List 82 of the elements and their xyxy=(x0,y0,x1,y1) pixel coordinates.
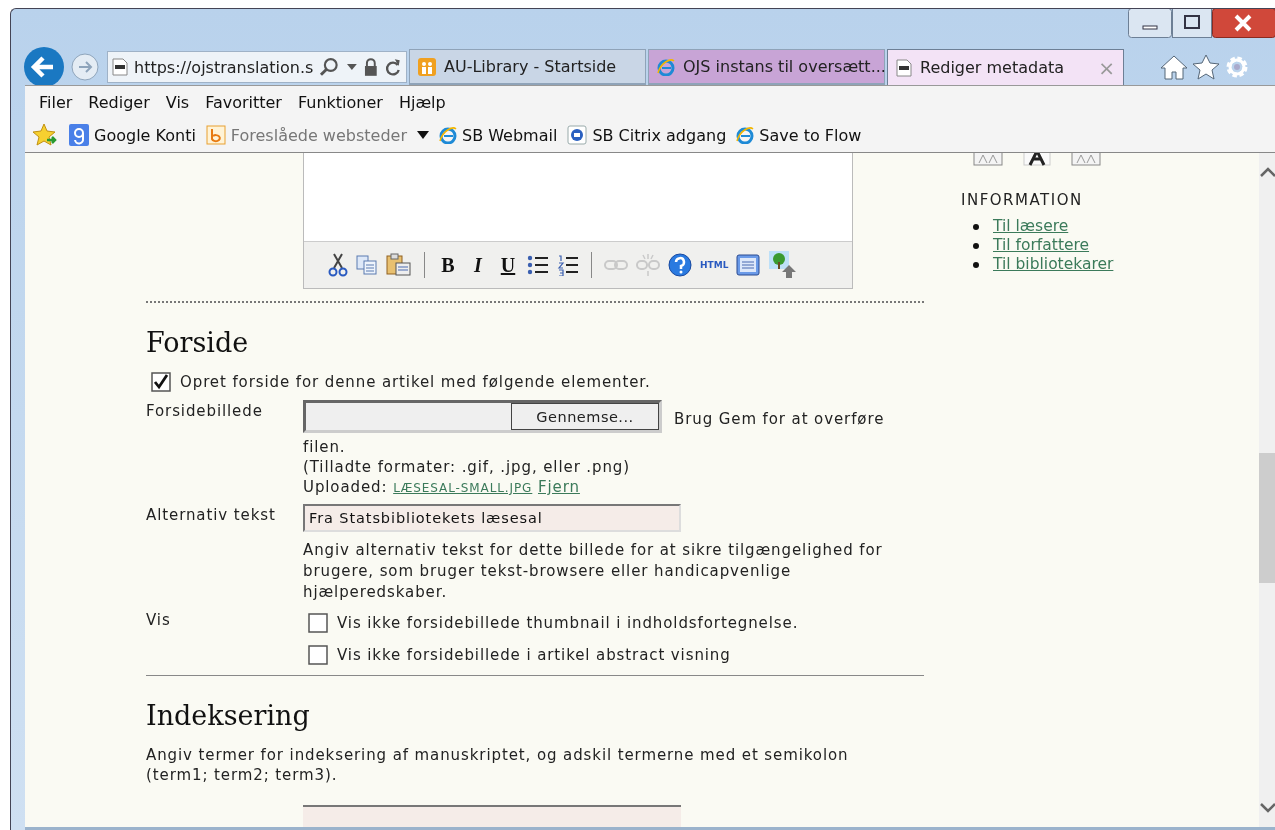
checkbox[interactable] xyxy=(308,613,328,633)
hint-text: Brug Gem for at overføre xyxy=(674,408,885,429)
field-label: Forsidebillede xyxy=(146,401,264,422)
copy-icon[interactable] xyxy=(356,254,378,276)
panel-icon[interactable] xyxy=(736,254,761,276)
browser-tab[interactable]: OJS instans til oversætt... xyxy=(648,49,885,85)
browse-button[interactable]: Gennemse... xyxy=(511,403,659,430)
caret-icon[interactable] xyxy=(346,64,357,70)
bulleted-list-icon[interactable] xyxy=(527,254,549,276)
underline-button[interactable]: U xyxy=(497,253,519,277)
star-icon[interactable] xyxy=(1192,54,1220,80)
browser-icon xyxy=(736,126,755,144)
bold-button[interactable]: B xyxy=(437,253,459,277)
alt-text-field[interactable]: Fra Statsbibliotekets læsesal xyxy=(303,504,681,532)
checkbox-label: Opret forside for denne artikel med følgende elementer. xyxy=(180,373,651,391)
menu-item[interactable]: Favoritter xyxy=(205,92,282,112)
g-icon xyxy=(69,124,89,146)
field-label: Vis xyxy=(146,610,172,631)
settings-icon[interactable] xyxy=(1224,54,1250,80)
document-icon xyxy=(112,58,128,76)
help-icon[interactable] xyxy=(668,253,692,277)
menu-item[interactable]: Funktioner xyxy=(297,92,383,112)
sidebar-link[interactable]: Til bibliotekarer xyxy=(993,255,1114,274)
tree-image-icon[interactable] xyxy=(768,250,799,280)
scroll-down-icon[interactable] xyxy=(1259,803,1275,813)
uploaded-label: Uploaded: xyxy=(303,478,388,496)
checkbox[interactable] xyxy=(151,372,171,392)
browser-tab[interactable]: Rediger metadata × xyxy=(887,49,1124,85)
checkbox-label: Vis ikke forsidebillede thumbnail i indholdsfortegnelse. xyxy=(337,613,799,633)
sidebar-link[interactable]: Til forfattere xyxy=(993,236,1090,255)
scissors-icon[interactable] xyxy=(328,253,348,277)
checkbox-label: Vis ikke forsidebillede i artikel abstract visning xyxy=(337,645,731,665)
hint-text: filen. xyxy=(303,437,347,457)
italic-button[interactable]: I xyxy=(467,253,489,277)
file-link[interactable]: LÆSESAL-SMALL.JPG xyxy=(393,481,533,495)
favorite-link[interactable]: SB Webmail xyxy=(439,125,558,145)
file-input-field[interactable] xyxy=(306,403,511,430)
favorite-link[interactable]: Save to Flow xyxy=(736,125,862,145)
document-icon xyxy=(896,58,912,77)
menu-item[interactable]: Rediger xyxy=(88,92,150,112)
close-button[interactable] xyxy=(1212,9,1275,38)
bullet-icon xyxy=(973,223,979,230)
help-text: Angiv alternativ tekst for dette billede for at sikre tilgængelighed for brugere, som bruger tekst-browsere eller handicapvenlige hjælperedskaber. xyxy=(303,540,884,603)
remove-link[interactable]: Fjern xyxy=(538,478,580,496)
checkbox[interactable] xyxy=(308,645,328,665)
search-icon[interactable] xyxy=(319,57,341,77)
menu-item[interactable]: Vis xyxy=(165,92,190,112)
section-heading: Indeksering xyxy=(146,700,311,731)
suggested-sites-icon xyxy=(205,125,226,145)
lock-icon xyxy=(362,57,379,77)
refresh-icon[interactable] xyxy=(384,57,402,77)
citrix-icon xyxy=(567,125,588,145)
section-heading: Forside xyxy=(146,327,250,358)
browser-icon xyxy=(657,57,675,76)
menu-item[interactable]: Filer xyxy=(39,92,73,112)
paste-icon[interactable] xyxy=(386,253,412,277)
scroll-thumb[interactable] xyxy=(1259,453,1275,583)
people-icon xyxy=(418,57,436,76)
address-bar[interactable]: https://ojstranslation.s xyxy=(107,51,407,83)
field-label: Alternativ tekst xyxy=(146,505,277,526)
scrollbar[interactable] xyxy=(1259,153,1275,827)
numbered-list-icon[interactable] xyxy=(557,254,579,276)
sidebar-link[interactable]: Til læsere xyxy=(993,217,1069,236)
forward-button[interactable] xyxy=(71,53,99,81)
home-icon[interactable] xyxy=(1160,54,1188,80)
scroll-up-icon[interactable] xyxy=(1259,167,1275,177)
back-button[interactable] xyxy=(23,46,65,88)
input-field[interactable] xyxy=(303,805,681,827)
bullet-icon xyxy=(973,261,979,268)
browser-tab[interactable]: AU-Library - Startside xyxy=(409,49,646,85)
maximize-button[interactable] xyxy=(1172,9,1212,38)
favorite-link[interactable]: Google Konti xyxy=(69,124,196,146)
menu-item[interactable]: Hjælp xyxy=(398,92,446,112)
browser-icon xyxy=(439,126,457,144)
html-button[interactable]: HTML xyxy=(700,260,729,270)
sidebar-heading: INFORMATION xyxy=(961,191,1084,209)
font-size-icon[interactable] xyxy=(1023,153,1051,167)
help-text: Angiv termer for indeksering af manuskriptet, og adskil termerne med et semikolon (term1; term2; term3). xyxy=(146,745,850,785)
favorite-link[interactable]: SB Citrix adgang xyxy=(567,125,727,145)
bullet-icon xyxy=(973,242,979,249)
formats-text: (Tilladte formater: .gif, .jpg, eller .png) xyxy=(303,457,632,477)
favorites-star-icon[interactable] xyxy=(33,123,59,147)
